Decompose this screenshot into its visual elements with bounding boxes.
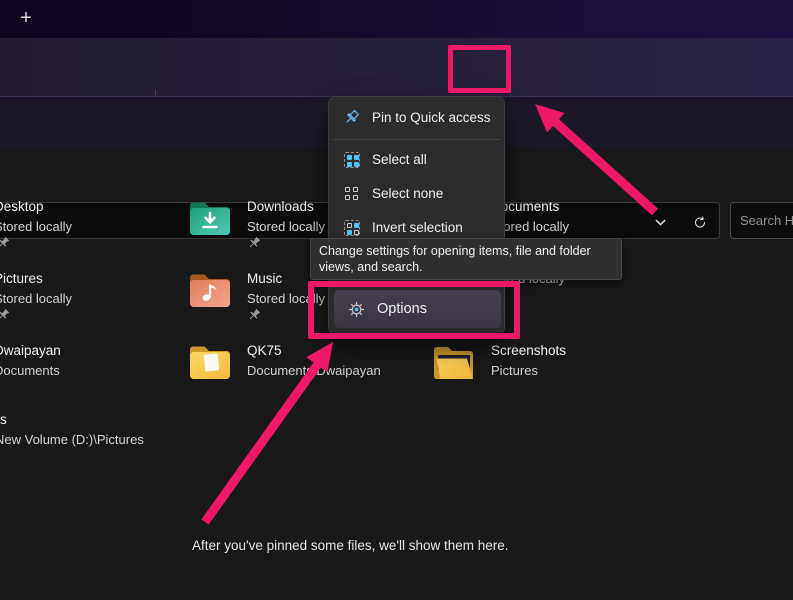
item-name: Screenshots [491, 341, 566, 361]
item-subtitle: Pictures [491, 361, 566, 381]
tile-desktop[interactable]: Desktop Stored locally [0, 194, 72, 237]
highlight-box-see-more [448, 45, 511, 93]
new-tab-button[interactable]: + [15, 6, 37, 30]
item-name: Pictures [0, 269, 72, 289]
highlight-box-options [308, 281, 520, 339]
select-none-icon [343, 185, 360, 202]
tile-pictures[interactable]: Pictures Stored locally [0, 266, 72, 309]
pinned-files-hint: After you've pinned some files, we'll sh… [192, 538, 509, 553]
menu-item-label: Pin to Quick access [372, 110, 491, 125]
title-bar: + [0, 0, 793, 38]
item-subtitle: New Volume (D:)\Pictures [0, 430, 144, 450]
pin-icon [0, 308, 10, 322]
menu-item-label: Select none [372, 186, 443, 201]
item-name: Desktop [0, 197, 72, 217]
item-name: Downloads [247, 197, 325, 217]
pin-icon [247, 308, 261, 322]
tile-screenshots[interactable]: Screenshots Pictures [430, 338, 566, 391]
menu-separator [333, 139, 500, 140]
tile-qk75[interactable]: QK75 Documents\Dwaipayan [186, 338, 381, 391]
tooltip-line: Change settings for opening items, file … [319, 243, 613, 259]
tile-dwaipayan[interactable]: Dwaipayan Documents [0, 338, 61, 381]
tile-d-drive-pictures[interactable]: ls New Volume (D:)\Pictures [0, 407, 144, 450]
pin-icon [247, 236, 261, 250]
invert-selection-icon [343, 219, 360, 236]
item-subtitle: Stored locally [247, 217, 325, 237]
music-folder-icon [186, 266, 234, 319]
menu-item-select-none[interactable]: Select none [329, 177, 504, 210]
menu-item-label: Invert selection [372, 220, 463, 235]
item-subtitle: Stored locally [0, 217, 72, 237]
refresh-button[interactable] [687, 212, 713, 232]
refresh-icon [693, 214, 707, 231]
qk75-folder-icon [186, 338, 234, 391]
chevron-down-icon [654, 216, 667, 229]
downloads-folder-icon [186, 194, 234, 247]
menu-item-pin-to-quick-access[interactable]: Pin to Quick access [329, 101, 504, 134]
menu-item-label: Select all [372, 152, 427, 167]
pin-icon [0, 236, 10, 250]
item-name: ls [0, 410, 144, 430]
select-all-icon [343, 151, 360, 168]
pin-icon [343, 109, 360, 126]
item-subtitle: Stored locally [0, 289, 72, 309]
search-input[interactable]: Search Ho [730, 202, 793, 239]
address-dropdown-button[interactable] [647, 212, 673, 232]
item-name: QK75 [247, 341, 381, 361]
screenshots-folder-icon [430, 338, 478, 391]
item-name: Dwaipayan [0, 341, 61, 361]
options-tooltip: Change settings for opening items, file … [310, 238, 622, 280]
search-placeholder: Search Ho [740, 213, 793, 228]
command-toolbar: A [0, 38, 793, 96]
item-subtitle: Documents [0, 361, 61, 381]
item-subtitle: Documents\Dwaipayan [247, 361, 381, 381]
file-explorer-window: + A [0, 0, 793, 600]
menu-item-select-all[interactable]: Select all [329, 143, 504, 176]
tooltip-line: views, and search. [319, 259, 613, 275]
